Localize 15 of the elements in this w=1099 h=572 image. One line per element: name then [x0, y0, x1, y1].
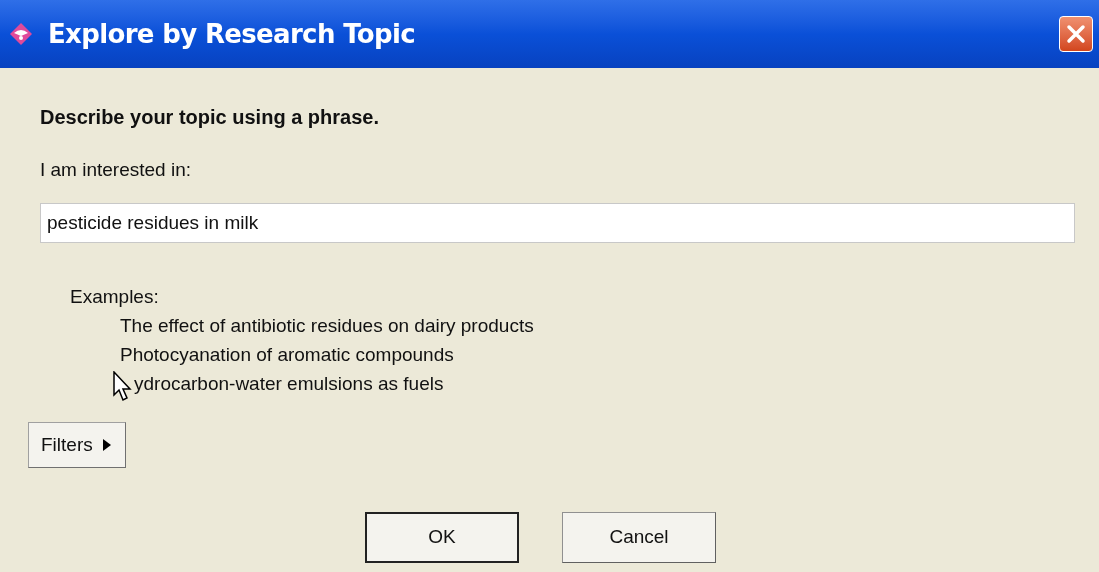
mouse-pointer-icon	[113, 371, 133, 403]
app-icon	[8, 21, 34, 47]
example-phrase: Photocyanation of aromatic compounds	[120, 344, 454, 365]
filters-button[interactable]: Filters	[28, 422, 126, 468]
example-phrase: The effect of antibiotic residues on dairy products	[120, 315, 534, 336]
field-label: I am interested in:	[40, 158, 193, 182]
instruction-heading: Describe your topic using a phrase.	[40, 105, 380, 130]
dialog-button[interactable]: OK	[365, 512, 519, 563]
dialog-button[interactable]: Cancel	[562, 512, 716, 563]
close-icon	[1066, 24, 1086, 44]
close-button[interactable]	[1059, 16, 1093, 52]
example-phrase: ydrocarbon-water emulsions as fuels	[134, 373, 444, 394]
examples-label: Examples:	[70, 284, 160, 309]
topic-input-field[interactable]: pesticide residues in milk	[40, 202, 1075, 243]
window-title: Explore by Research Topic	[48, 17, 415, 51]
